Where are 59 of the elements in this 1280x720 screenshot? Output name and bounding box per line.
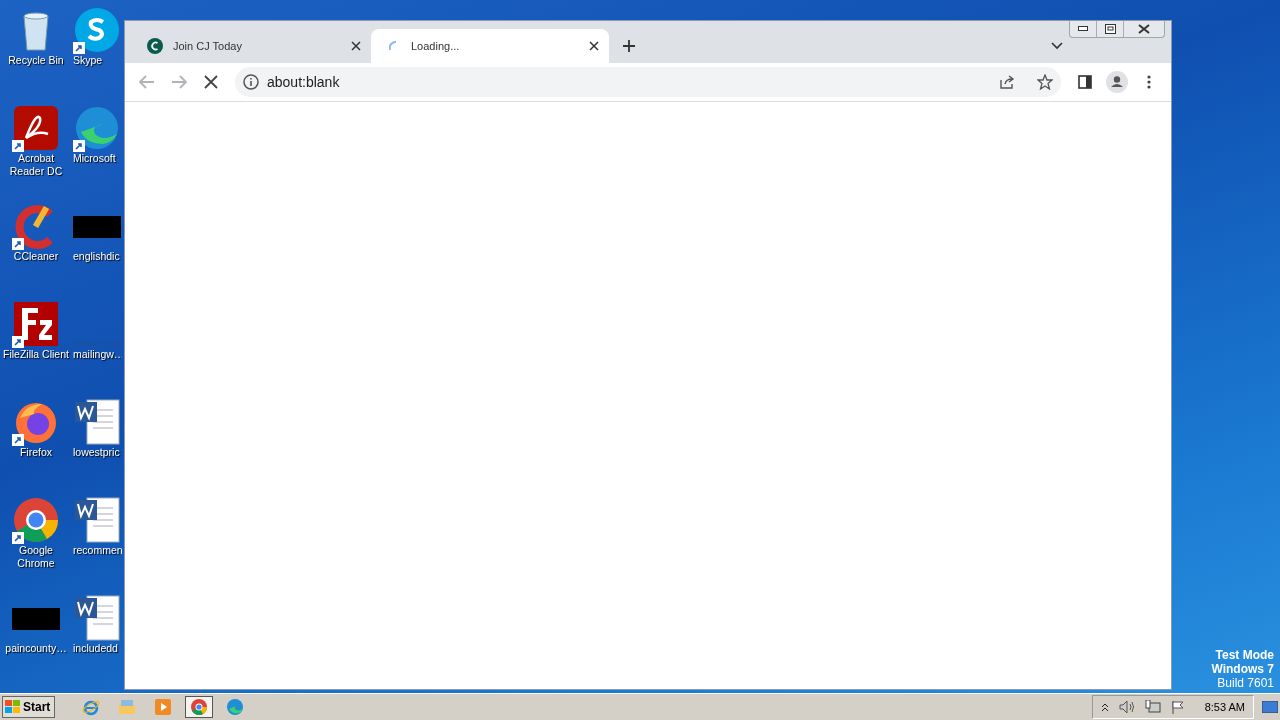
word-document-icon[interactable]	[73, 594, 121, 642]
profile-avatar-icon[interactable]	[1106, 71, 1128, 93]
desktop-icon-label[interactable]: Recycle Bin	[8, 54, 64, 67]
shortcut-arrow-icon	[12, 336, 24, 348]
shortcut-arrow-icon	[12, 140, 24, 152]
word-document-icon[interactable]	[73, 398, 121, 446]
address-bar[interactable]: about:blank	[235, 67, 1061, 97]
show-hidden-icons-icon[interactable]	[1100, 702, 1109, 712]
desktop-icon-label[interactable]: Google Chrome	[0, 544, 72, 570]
new-tab-plus-icon[interactable]	[623, 40, 635, 52]
stop-loading-icon[interactable]	[204, 75, 218, 89]
windows-logo-icon	[5, 700, 21, 714]
desktop-icon-label[interactable]: Firefox	[19, 446, 53, 459]
test-mode-text: Build 7601	[1217, 676, 1274, 690]
desktop-icon-label[interactable]: FileZilla Client	[3, 348, 69, 361]
desktop-icon-label[interactable]: englishdic	[73, 250, 120, 263]
desktop-icon-label[interactable]: mailingw…	[73, 348, 122, 361]
desktop-icon-label[interactable]: Acrobat Reader DC	[0, 152, 72, 178]
word-document-icon[interactable]	[73, 496, 121, 544]
test-mode-text: Windows 7	[1211, 662, 1274, 676]
share-icon[interactable]	[999, 74, 1015, 90]
desktop-icon-label[interactable]: Microsoft	[73, 152, 116, 165]
chrome-icon[interactable]	[190, 698, 209, 716]
shortcut-arrow-icon	[73, 140, 85, 152]
speaker-icon[interactable]	[1118, 700, 1135, 714]
chevron-down-icon[interactable]	[1051, 42, 1063, 50]
start-button[interactable]: Start	[2, 696, 56, 718]
skype-icon[interactable]	[73, 6, 121, 54]
close-icon[interactable]	[1138, 24, 1150, 34]
close-icon[interactable]	[351, 41, 361, 51]
desktop-icon-label[interactable]: Skype	[73, 54, 103, 67]
network-icon[interactable]	[1144, 700, 1161, 714]
info-icon[interactable]	[243, 74, 259, 90]
desktop-icon-label[interactable]: includedd	[73, 642, 118, 655]
shortcut-arrow-icon	[12, 434, 24, 446]
browser-tab[interactable]: Loading...	[371, 29, 609, 63]
chrome-icon[interactable]	[12, 496, 60, 544]
shortcut-arrow-icon	[73, 42, 85, 54]
desktop-icon-label[interactable]: lowestpric	[73, 446, 120, 459]
close-icon[interactable]	[589, 41, 599, 51]
desktop-icon-label[interactable]: CCleaner	[13, 250, 59, 263]
acrobat-icon[interactable]	[12, 104, 60, 152]
test-mode-text: Test Mode	[1215, 648, 1274, 662]
menu-icon[interactable]	[1147, 75, 1151, 89]
site-favicon-icon	[147, 38, 163, 54]
minimize-icon[interactable]	[1078, 26, 1088, 32]
desktop-icon-label[interactable]: paincounty…	[5, 642, 67, 655]
browser-tab[interactable]: Join CJ Today	[133, 29, 371, 63]
maximize-icon[interactable]	[1104, 24, 1116, 34]
star-icon[interactable]	[1037, 74, 1053, 90]
shortcut-arrow-icon	[12, 238, 24, 250]
side-panel-icon[interactable]	[1078, 75, 1092, 89]
desktop-icon-label[interactable]: recommen	[73, 544, 122, 557]
clock[interactable]: 8:53 AM	[1204, 701, 1245, 713]
shortcut-arrow-icon	[12, 532, 24, 544]
flag-icon[interactable]	[1170, 700, 1185, 714]
filezilla-icon[interactable]	[12, 300, 60, 348]
edge-icon[interactable]	[73, 104, 121, 152]
loading-spinner-icon	[389, 41, 397, 51]
